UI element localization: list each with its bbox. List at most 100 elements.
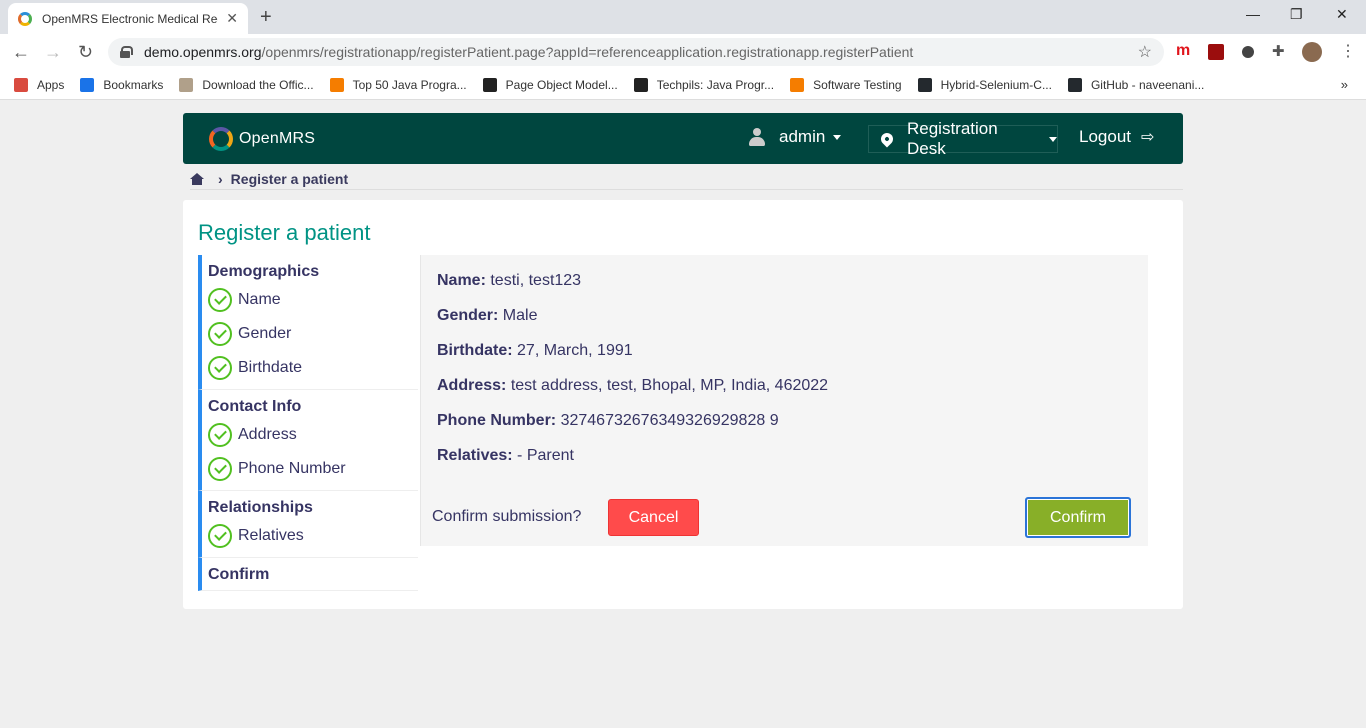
step-item[interactable]: Phone Number — [208, 452, 418, 486]
step-item[interactable]: Address — [208, 418, 418, 452]
step-label: Phone Number — [238, 460, 346, 477]
summary-field: Name: testi, test123 — [437, 272, 581, 290]
bookmark-item[interactable]: Apps — [14, 77, 65, 92]
step-section: Demographics Name Gender Birthdate — [198, 255, 418, 390]
check-circle-icon — [208, 423, 232, 447]
bookmark-label: Techpils: Java Progr... — [656, 77, 775, 92]
browser-tabstrip: OpenMRS Electronic Medical Rec ✕ + — ❐ ✕ — [0, 0, 1366, 34]
step-label: Relatives — [238, 527, 304, 544]
user-menu[interactable]: admin — [749, 127, 842, 147]
field-value: 27, March, 1991 — [517, 342, 633, 359]
profile-avatar[interactable] — [1302, 42, 1322, 62]
confirm-button[interactable]: Confirm — [1025, 497, 1131, 538]
address-bar[interactable]: demo.openmrs.org/openmrs/registrationapp… — [108, 38, 1164, 66]
bookmark-item[interactable]: Techpils: Java Progr... — [633, 77, 775, 92]
field-value: - Parent — [517, 447, 574, 464]
check-circle-icon — [208, 524, 232, 548]
openmrs-favicon-icon — [18, 11, 32, 26]
cancel-button[interactable]: Cancel — [608, 499, 699, 536]
home-icon[interactable] — [190, 172, 204, 185]
section-title[interactable]: Contact Info — [208, 398, 418, 418]
step-section: Relationships Relatives — [198, 491, 418, 558]
chevron-right-icon: › — [218, 170, 223, 187]
close-tab-icon[interactable]: ✕ — [226, 10, 238, 27]
bookmark-item[interactable]: Download the Offic... — [179, 77, 314, 92]
github-icon — [1067, 77, 1082, 92]
browser-tab[interactable]: OpenMRS Electronic Medical Rec ✕ — [8, 3, 248, 34]
summary-field: Relatives: - Parent — [437, 447, 574, 465]
field-label: Name: — [437, 272, 486, 289]
user-icon — [749, 128, 765, 146]
breadcrumb: › Register a patient — [190, 168, 1183, 190]
page-title: Register a patient — [198, 220, 371, 245]
summary-field: Gender: Male — [437, 307, 537, 325]
step-item[interactable]: Birthdate — [208, 351, 418, 385]
step-label: Birthdate — [238, 359, 303, 376]
bookmark-item[interactable]: GitHub - naveenani... — [1067, 77, 1205, 92]
bookmark-item[interactable]: Software Testing — [790, 77, 902, 92]
browser-toolbar: ← → ↻ demo.openmrs.org/openmrs/registrat… — [0, 34, 1366, 70]
bookmark-item[interactable]: Page Object Model... — [482, 77, 618, 92]
field-label: Address: — [437, 377, 507, 394]
bookmark-item[interactable]: Hybrid-Selenium-C... — [917, 77, 1052, 92]
openmrs-logo[interactable]: OpenMRS — [209, 127, 315, 151]
menu-kebab-icon[interactable]: ⋮ — [1340, 41, 1356, 61]
url-path: /openmrs/registrationapp/registerPatient… — [261, 44, 914, 60]
bookmark-label: Page Object Model... — [505, 77, 618, 92]
bookmark-item[interactable]: Bookmarks — [80, 77, 164, 92]
minimize-icon[interactable]: — — [1246, 6, 1260, 22]
bookmark-label: GitHub - naveenani... — [1090, 77, 1205, 92]
restore-icon[interactable]: ❐ — [1290, 6, 1303, 23]
close-window-icon[interactable]: ✕ — [1336, 6, 1348, 23]
field-label: Phone Number: — [437, 412, 557, 429]
field-label: Gender: — [437, 307, 499, 324]
user-name: admin — [779, 127, 826, 146]
m-extension-icon[interactable]: m — [1176, 42, 1190, 60]
logout-link[interactable]: Logout ⇨ — [1079, 127, 1154, 147]
breadcrumb-current: Register a patient — [230, 170, 349, 187]
bookmark-label: Software Testing — [813, 77, 902, 92]
document-icon — [179, 77, 194, 92]
extension-icon[interactable] — [1242, 46, 1254, 58]
star-icon — [80, 77, 95, 92]
summary-field: Address: test address, test, Bhopal, MP,… — [437, 377, 828, 395]
bookmark-label: Download the Offic... — [202, 77, 314, 92]
check-circle-icon — [208, 457, 232, 481]
field-value: testi, test123 — [490, 272, 582, 289]
location-selector[interactable]: Registration Desk — [868, 119, 1058, 158]
section-title[interactable]: Relationships — [208, 499, 418, 519]
step-item[interactable]: Name — [208, 283, 418, 317]
confirm-summary: Name: testi, test123 Gender: Male Birthdat… — [420, 255, 1148, 546]
confirm-question: Confirm submission? — [432, 508, 582, 525]
check-circle-icon — [208, 288, 232, 312]
bookmark-item[interactable]: Top 50 Java Progra... — [329, 77, 467, 92]
step-label: Address — [238, 426, 297, 443]
bookmark-label: Top 50 Java Progra... — [352, 77, 467, 92]
field-label: Relatives: — [437, 447, 513, 464]
github-icon — [917, 77, 932, 92]
more-bookmarks-icon[interactable]: » — [1341, 77, 1348, 92]
map-pin-icon — [878, 130, 896, 148]
puzzle-extensions-icon[interactable]: ✚ — [1272, 42, 1285, 60]
register-patient-card: Register a patient Demographics Name Gende… — [183, 200, 1183, 609]
pdf-extension-icon[interactable] — [1208, 44, 1224, 60]
lock-icon — [120, 46, 133, 58]
bookmark-label: Bookmarks — [103, 77, 164, 92]
step-item[interactable]: Gender — [208, 317, 418, 351]
t-icon — [633, 77, 648, 92]
apps-grid-icon — [14, 77, 28, 92]
blogger-icon — [790, 77, 805, 92]
reload-icon[interactable]: ↻ — [78, 42, 93, 63]
step-label: Name — [238, 291, 281, 308]
sign-out-icon: ⇨ — [1141, 129, 1155, 146]
new-tab-icon[interactable]: + — [260, 6, 272, 29]
check-circle-icon — [208, 322, 232, 346]
bookmark-star-icon[interactable]: ☆ — [1138, 42, 1152, 62]
section-title[interactable]: Demographics — [208, 263, 418, 283]
caret-down-icon — [1049, 136, 1057, 142]
back-icon[interactable]: ← — [12, 42, 30, 63]
step-item[interactable]: Relatives — [208, 519, 418, 553]
section-title[interactable]: Confirm — [208, 566, 418, 586]
bookmark-label: Apps — [37, 77, 65, 92]
forward-icon[interactable]: → — [44, 42, 62, 63]
